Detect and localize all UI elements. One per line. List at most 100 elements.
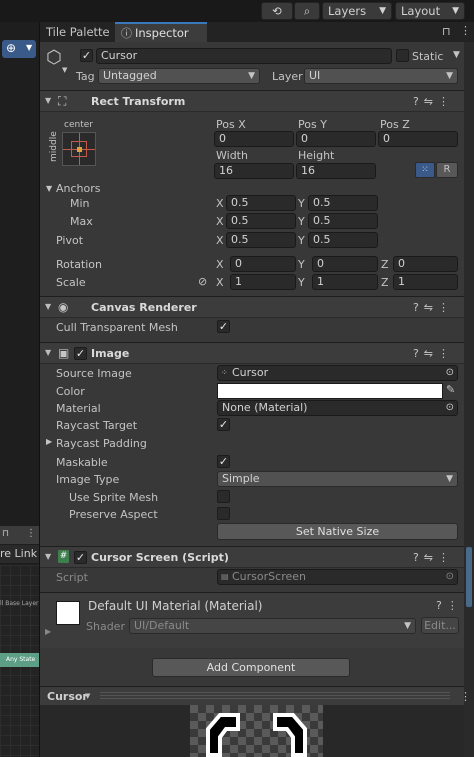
tab-tile-palette[interactable]: Tile Palette	[40, 22, 114, 42]
eyedropper-icon[interactable]: ✎	[446, 383, 455, 396]
animator-grid[interactable]: ll Base Layer Any State	[0, 565, 39, 757]
preset-icon[interactable]: ⇋	[424, 95, 438, 108]
scene-gizmo-button[interactable]: ⊕ ▼	[2, 40, 36, 58]
cursor-screen-header[interactable]: ▼ # ✓ Cursor Screen (Script) ?⇋⋮	[40, 546, 464, 568]
height-field[interactable]: 16	[296, 163, 376, 179]
menu-icon[interactable]: ⋮	[460, 24, 471, 37]
help-icon[interactable]: ?	[413, 301, 424, 314]
active-checkbox[interactable]: ✓	[80, 49, 93, 62]
anchor-min-x-field[interactable]: 0.5	[226, 195, 296, 211]
shader-dropdown[interactable]: UI/Default ▼	[129, 618, 416, 634]
chevron-down-icon[interactable]: ▼	[453, 50, 460, 60]
layout-dropdown[interactable]: Layout ▼	[395, 2, 465, 20]
anchor-max-x-field[interactable]: 0.5	[226, 213, 296, 229]
image-type-dropdown[interactable]: Simple ▼	[217, 471, 458, 487]
material-field[interactable]: None (Material) ⊙	[217, 400, 458, 416]
preview-title[interactable]: Cursor	[47, 690, 88, 703]
component-icons[interactable]: ?⋮	[436, 599, 463, 612]
material-preview	[56, 601, 80, 625]
menu-icon[interactable]: ⋮	[438, 551, 454, 564]
fold-arrow-icon[interactable]: ▼	[45, 348, 51, 357]
object-picker-icon[interactable]: ⊙	[446, 366, 454, 380]
anchor-min-y-field[interactable]: 0.5	[308, 195, 378, 211]
any-state-node[interactable]: Any State	[0, 653, 39, 667]
search-icon[interactable]: ⌕	[294, 2, 320, 20]
preset-icon[interactable]: ⇋	[424, 301, 438, 314]
component-icons[interactable]: ?⇋⋮	[413, 301, 454, 314]
add-component-button[interactable]: Add Component	[152, 658, 350, 677]
layers-dropdown[interactable]: Layers ▼	[322, 2, 392, 20]
script-value: CursorScreen	[232, 570, 306, 583]
component-icons[interactable]: ?⇋⋮	[413, 347, 454, 360]
live-link-button[interactable]: re Link	[0, 545, 39, 563]
tag-dropdown[interactable]: Untagged ▼	[98, 68, 260, 84]
pos-z-field[interactable]: 0	[378, 131, 458, 147]
maskable-checkbox[interactable]: ✓	[217, 455, 230, 468]
image-enabled-checkbox[interactable]: ✓	[74, 347, 87, 360]
script-enabled-checkbox[interactable]: ✓	[74, 551, 87, 564]
rotation-y-field[interactable]: 0	[312, 256, 378, 272]
scrollbar-thumb[interactable]	[466, 547, 472, 607]
fold-arrow-icon[interactable]: ▼	[45, 96, 51, 105]
lock-icon[interactable]: ⊓	[442, 25, 451, 38]
blueprint-mode-button[interactable]: ⁙	[415, 162, 435, 178]
scale-y-field[interactable]: 1	[312, 274, 378, 290]
history-icon[interactable]: ⟲	[261, 2, 293, 20]
rotation-z-field[interactable]: 0	[393, 256, 458, 272]
use-sprite-mesh-checkbox[interactable]	[217, 490, 230, 503]
fold-arrow-icon[interactable]: ▼	[45, 302, 51, 311]
anchor-max-y-field[interactable]: 0.5	[308, 213, 378, 229]
preserve-aspect-checkbox[interactable]	[217, 507, 230, 520]
rect-transform-header[interactable]: ▼ ⛶ Rect Transform ?⇋⋮	[40, 90, 464, 112]
help-icon[interactable]: ?	[413, 95, 424, 108]
rotation-x-field[interactable]: 0	[230, 256, 296, 272]
z-label: Z	[381, 276, 389, 289]
fold-arrow-icon[interactable]: ▼	[45, 552, 51, 561]
menu-icon[interactable]: ⋮	[438, 347, 454, 360]
edit-shader-button[interactable]: Edit...	[421, 617, 459, 634]
pivot-label: Pivot	[56, 234, 84, 247]
layer-dropdown[interactable]: UI ▼	[304, 68, 458, 84]
chevron-down-icon[interactable]: ▼	[85, 692, 90, 700]
canvas-renderer-header[interactable]: ▼ ◉ Canvas Renderer ?⇋⋮	[40, 296, 464, 318]
tab-inspector[interactable]: ⓘ Inspector	[115, 22, 207, 42]
preset-icon[interactable]: ⇋	[424, 551, 438, 564]
anchor-preset-button[interactable]	[62, 132, 96, 166]
scale-x-field[interactable]: 1	[230, 274, 296, 290]
scale-z-field[interactable]: 1	[393, 274, 458, 290]
menu-icon[interactable]: ⋮	[460, 690, 471, 703]
component-icons[interactable]: ?⇋⋮	[413, 95, 454, 108]
fold-arrow-icon[interactable]: ▶	[45, 627, 51, 636]
link-icon[interactable]: ⊘	[198, 275, 207, 288]
static-checkbox[interactable]	[396, 49, 409, 62]
menu-icon[interactable]: ⋮	[438, 301, 454, 314]
component-icons[interactable]: ?⇋⋮	[413, 551, 454, 564]
pos-x-field[interactable]: 0	[214, 131, 294, 147]
source-image-field[interactable]: ⁘ Cursor ⊙	[217, 365, 458, 381]
help-icon[interactable]: ?	[413, 551, 424, 564]
resize-handle[interactable]	[100, 692, 450, 701]
pivot-x-field[interactable]: 0.5	[226, 232, 296, 248]
set-native-size-button[interactable]: Set Native Size	[217, 523, 458, 540]
x-label: X	[216, 215, 224, 228]
width-field[interactable]: 16	[214, 163, 294, 179]
cull-checkbox[interactable]: ✓	[217, 320, 230, 333]
pivot-y-field[interactable]: 0.5	[308, 232, 378, 248]
image-header[interactable]: ▼ ▣ ✓ Image ?⇋⋮	[40, 342, 464, 364]
pos-y-field[interactable]: 0	[296, 131, 376, 147]
object-picker-icon[interactable]: ⊙	[446, 401, 454, 415]
menu-icon[interactable]: ⋮	[438, 95, 454, 108]
fold-arrow-icon[interactable]: ▼	[46, 184, 52, 193]
menu-icon[interactable]: ⋮	[447, 599, 463, 612]
menu-icon[interactable]: ⋮	[26, 528, 36, 539]
lock-icon[interactable]: ⊓	[2, 529, 9, 539]
raycast-target-checkbox[interactable]: ✓	[217, 418, 230, 431]
object-name-field[interactable]: Cursor	[96, 48, 392, 64]
color-swatch[interactable]	[217, 383, 443, 399]
scrollbar[interactable]	[464, 42, 474, 757]
help-icon[interactable]: ?	[436, 599, 447, 612]
raw-edit-button[interactable]: R	[436, 162, 458, 178]
fold-arrow-icon[interactable]: ▶	[46, 437, 52, 446]
help-icon[interactable]: ?	[413, 347, 424, 360]
preset-icon[interactable]: ⇋	[424, 347, 438, 360]
